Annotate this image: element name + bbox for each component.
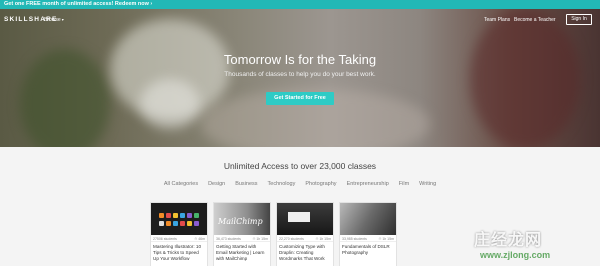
category-tab-film[interactable]: Film <box>399 181 409 187</box>
team-plans-link[interactable]: Team Plans <box>484 17 510 23</box>
app-tile-icon <box>180 213 185 218</box>
class-duration: ⏱ 1h 15m <box>252 237 268 241</box>
sign-in-button[interactable]: Sign In <box>566 14 592 25</box>
become-teacher-link[interactable]: Become a Teacher <box>514 17 556 23</box>
app-tile-icon <box>173 221 178 226</box>
watermark-text: 庄经龙网 <box>474 230 543 249</box>
class-duration: ⏱ 1h 15m <box>378 237 394 241</box>
class-thumbnail-draplin[interactable] <box>277 203 333 235</box>
class-card[interactable]: 22,270 students ⏱ 1h 15m Customizing Typ… <box>276 202 334 266</box>
class-meta: 33,985 students ⏱ 1h 15m <box>340 235 396 242</box>
mailchimp-logo: MailChimp <box>218 217 263 226</box>
hero-title: Tomorrow Is for the Taking <box>223 52 377 67</box>
hero-subtitle: Thousands of classes to help you do your… <box>224 71 376 78</box>
promo-text[interactable]: Get one FREE month of unlimited access! … <box>4 1 152 7</box>
app-tile-icon <box>194 221 199 226</box>
app-tile-icon <box>166 213 171 218</box>
student-count: 36,473 students <box>216 237 241 241</box>
get-started-button[interactable]: Get Started for Free <box>266 92 334 105</box>
class-cards: 27506 students ⏱ 46m Mastering Illustrat… <box>150 202 397 266</box>
duration-value: 1h 15m <box>256 237 268 241</box>
class-title[interactable]: Getting Started with Email Marketing | L… <box>214 242 270 263</box>
class-title[interactable]: Mastering Illustrator: 10 Tips & Tricks … <box>151 242 207 263</box>
promo-banner[interactable]: Get one FREE month of unlimited access! … <box>0 0 600 9</box>
class-card[interactable]: MailChimp 36,473 students ⏱ 1h 15m Getti… <box>213 202 271 266</box>
top-nav: SKILLSHARE Browse▾ Team Plans Become a T… <box>0 9 600 31</box>
class-title[interactable]: Customizing Type with Draplin: Creating … <box>277 242 333 263</box>
category-tab-all[interactable]: All Categories <box>164 181 198 187</box>
class-card[interactable]: 27506 students ⏱ 46m Mastering Illustrat… <box>150 202 208 266</box>
duration-value: 1h 15m <box>382 237 394 241</box>
category-tabs: All Categories Design Business Technolog… <box>0 181 600 187</box>
class-thumbnail-dslr[interactable] <box>340 203 396 235</box>
app-tile-icon <box>159 213 164 218</box>
hero-background-highlight <box>140 79 200 129</box>
category-tab-entrepreneurship[interactable]: Entrepreneurship <box>347 181 389 187</box>
class-card[interactable]: 33,985 students ⏱ 1h 15m Fundamentals of… <box>339 202 397 266</box>
class-duration: ⏱ 1h 15m <box>315 237 331 241</box>
hero-section: SKILLSHARE Browse▾ Team Plans Become a T… <box>0 9 600 147</box>
app-tile-icon <box>159 221 164 226</box>
watermark-url: www.zjlong.com <box>480 250 551 260</box>
site-watermark: 庄经龙网 www.zjlong.com <box>474 226 598 266</box>
student-count: 33,985 students <box>342 237 367 241</box>
category-tab-business[interactable]: Business <box>235 181 257 187</box>
duration-value: 1h 15m <box>319 237 331 241</box>
chevron-down-icon: ▾ <box>61 17 64 22</box>
app-tile-icon <box>194 213 199 218</box>
app-tile-icon <box>187 221 192 226</box>
app-tile-icon <box>180 221 185 226</box>
duration-value: 46m <box>198 237 205 241</box>
app-tile-icon <box>173 213 178 218</box>
browse-label[interactable]: Browse <box>44 17 61 23</box>
section-title: Unlimited Access to over 23,000 classes <box>223 161 377 171</box>
category-tab-design[interactable]: Design <box>208 181 225 187</box>
class-duration: ⏱ 46m <box>194 237 205 241</box>
category-tab-writing[interactable]: Writing <box>419 181 436 187</box>
class-meta: 27506 students ⏱ 46m <box>151 235 207 242</box>
category-tab-photography[interactable]: Photography <box>305 181 336 187</box>
app-tile-icon <box>166 221 171 226</box>
class-thumbnail-mailchimp[interactable]: MailChimp <box>214 203 270 235</box>
student-count: 27506 students <box>153 237 177 241</box>
student-count: 22,270 students <box>279 237 304 241</box>
class-meta: 22,270 students ⏱ 1h 15m <box>277 235 333 242</box>
class-thumbnail-illustrator[interactable] <box>151 203 207 235</box>
app-tile-icon <box>187 213 192 218</box>
class-title[interactable]: Fundamentals of DSLR Photography <box>340 242 396 258</box>
browse-menu[interactable]: Browse▾ <box>44 17 64 23</box>
category-tab-technology[interactable]: Technology <box>268 181 296 187</box>
class-meta: 36,473 students ⏱ 1h 15m <box>214 235 270 242</box>
wordmark-sticker <box>288 212 310 222</box>
